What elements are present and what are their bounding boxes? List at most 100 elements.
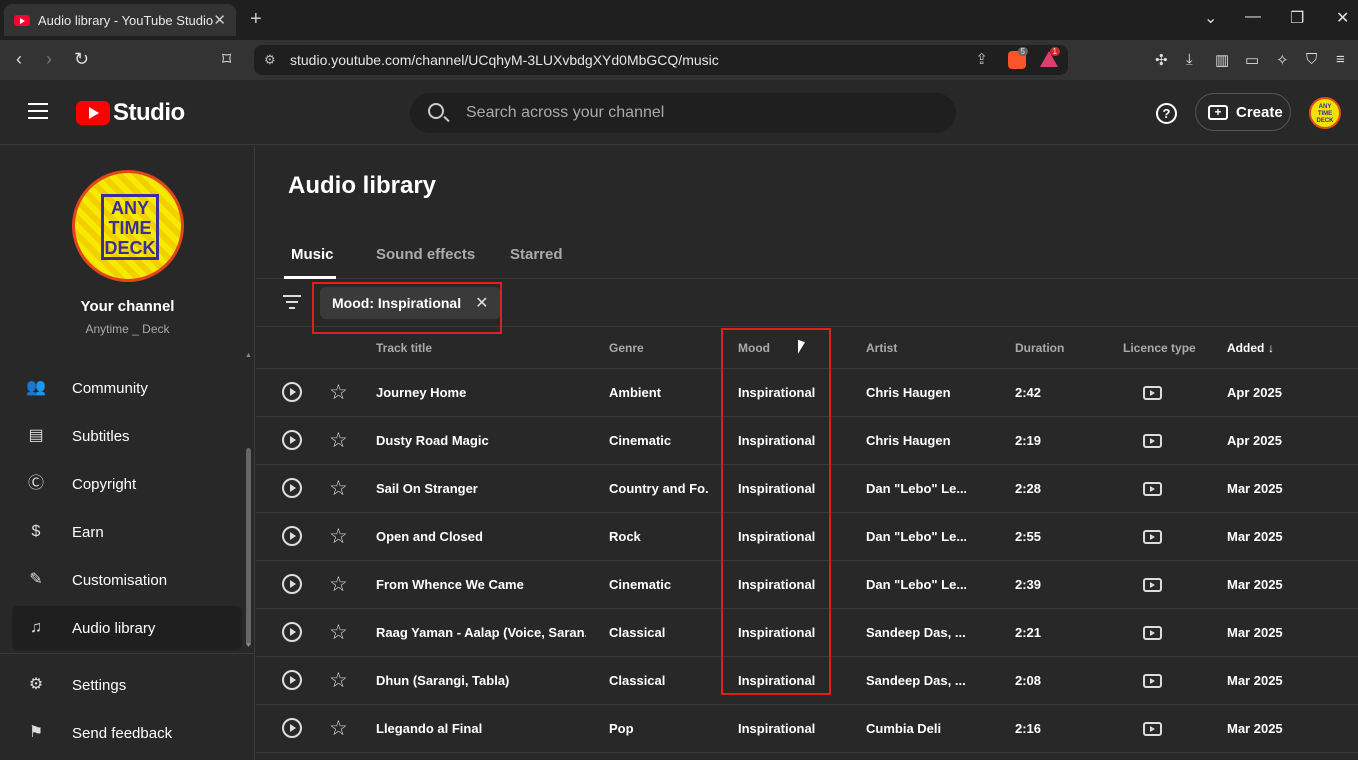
sidebar-item-earn[interactable]: $ Earn: [12, 510, 242, 554]
sidebar-item-customisation[interactable]: ✎ Customisation: [12, 558, 242, 602]
play-icon[interactable]: [282, 526, 302, 546]
url-field[interactable]: ⚙ studio.youtube.com/channel/UCqhyM-3LUX…: [254, 45, 1068, 75]
studio-header: Studio Search across your channel ? + Cr…: [0, 80, 1358, 145]
reload-icon[interactable]: ↻: [74, 49, 89, 70]
channel-avatar[interactable]: ANY TIME DECK: [72, 170, 184, 282]
filter-icon[interactable]: [283, 295, 301, 313]
sidebar-scroll-up-icon[interactable]: ▲: [245, 352, 252, 359]
licence-type-icon: [1143, 722, 1162, 736]
play-icon[interactable]: [282, 478, 302, 498]
new-tab-icon[interactable]: +: [250, 8, 262, 31]
tab-music[interactable]: Music: [291, 246, 334, 263]
copyright-icon: Ⓒ: [27, 475, 44, 492]
leo-ai-icon[interactable]: ✧: [1276, 51, 1289, 69]
forward-icon[interactable]: ›: [46, 49, 52, 70]
tab-search-chevron-icon[interactable]: ⌄: [1204, 8, 1217, 28]
hamburger-menu-icon[interactable]: [28, 103, 48, 119]
browser-tab[interactable]: Audio library - YouTube Studio ✕: [4, 4, 236, 36]
search-icon: [428, 103, 444, 119]
star-icon[interactable]: ☆: [329, 476, 348, 501]
channel-avatar-logo: ANY TIME DECK: [101, 194, 159, 260]
sidebar-item-community[interactable]: 👥 Community: [12, 366, 242, 410]
column-artist[interactable]: Artist: [866, 341, 897, 355]
table-row[interactable]: ☆ Llegando al Final Pop Inspirational Cumbia…: [256, 705, 1358, 753]
sidebar-item-audio-library[interactable]: ♫ Audio library: [12, 606, 242, 650]
star-icon[interactable]: ☆: [329, 620, 348, 645]
added-cell: Mar 2025: [1227, 529, 1283, 544]
sidebar-item-send-feedback[interactable]: ⚑ Send feedback: [12, 711, 242, 755]
licence-type-icon: [1143, 578, 1162, 592]
artist-cell: Dan "Lebo" Le...: [866, 529, 966, 544]
subtitles-icon: ▤: [28, 427, 44, 444]
bookmark-icon[interactable]: ⌑: [222, 49, 231, 70]
window-close-icon[interactable]: ✕: [1336, 8, 1349, 28]
sidebar-toggle-icon[interactable]: ▥: [1215, 51, 1229, 69]
track-title-cell: Journey Home: [376, 385, 467, 400]
column-licence-type[interactable]: Licence type: [1123, 341, 1196, 355]
channel-search-input[interactable]: Search across your channel: [410, 93, 956, 133]
address-toolbar: ‹ › ↻ ⌑ ⚙ studio.youtube.com/channel/UCq…: [0, 40, 1358, 80]
play-icon[interactable]: [282, 430, 302, 450]
play-icon[interactable]: [282, 382, 302, 402]
star-icon[interactable]: ☆: [329, 668, 348, 693]
play-icon[interactable]: [282, 574, 302, 594]
sidebar-scrollbar[interactable]: [246, 448, 251, 646]
licence-type-icon: [1143, 434, 1162, 448]
feedback-icon: ⚑: [28, 724, 44, 741]
wallet-icon[interactable]: ▭: [1245, 51, 1259, 69]
duration-cell: 2:42: [1015, 385, 1042, 400]
duration-cell: 2:28: [1015, 481, 1042, 496]
star-icon[interactable]: ☆: [329, 572, 348, 597]
create-button[interactable]: + Create: [1195, 93, 1291, 131]
track-title-cell: Open and Closed: [376, 529, 483, 544]
duration-cell: 2:19: [1015, 433, 1042, 448]
sidebar: ANY TIME DECK Your channel Anytime _ Dec…: [0, 146, 255, 760]
artist-cell: Sandeep Das, ...: [866, 673, 966, 688]
star-icon[interactable]: ☆: [329, 428, 348, 453]
minimize-icon[interactable]: —: [1245, 8, 1261, 26]
extensions-icon[interactable]: ✣: [1155, 51, 1168, 69]
genre-cell: Pop: [609, 721, 634, 736]
browser-menu-icon[interactable]: ≡: [1336, 51, 1345, 68]
downloads-icon[interactable]: ⤓: [1186, 51, 1193, 68]
added-cell: Mar 2025: [1227, 625, 1283, 640]
account-avatar[interactable]: ANY TIME DECK: [1309, 97, 1341, 129]
site-info-icon[interactable]: ⚙: [264, 52, 276, 68]
sidebar-item-copyright[interactable]: Ⓒ Copyright: [12, 462, 242, 506]
filter-bar: Mood: Inspirational ✕: [256, 279, 1358, 334]
sidebar-item-subtitles[interactable]: ▤ Subtitles: [12, 414, 242, 458]
column-genre[interactable]: Genre: [609, 341, 644, 355]
back-icon[interactable]: ‹: [16, 49, 22, 70]
tab-starred[interactable]: Starred: [510, 246, 563, 263]
tab-sound-effects[interactable]: Sound effects: [376, 246, 475, 263]
customisation-icon: ✎: [29, 571, 43, 588]
column-track-title[interactable]: Track title: [376, 341, 432, 355]
star-icon[interactable]: ☆: [329, 380, 348, 405]
licence-type-icon: [1143, 386, 1162, 400]
star-icon[interactable]: ☆: [329, 524, 348, 549]
close-tab-icon[interactable]: ✕: [213, 11, 226, 29]
licence-type-icon: [1143, 626, 1162, 640]
vpn-icon[interactable]: ⛉: [1306, 51, 1317, 68]
share-icon[interactable]: ⇪: [975, 50, 988, 68]
genre-cell: Rock: [609, 529, 641, 544]
youtube-studio-logo[interactable]: Studio: [76, 99, 185, 127]
play-icon[interactable]: [282, 718, 302, 738]
sidebar-scroll-down-icon[interactable]: ▼: [245, 642, 252, 649]
track-title-cell: Sail On Stranger: [376, 481, 478, 496]
community-icon: 👥: [26, 379, 46, 396]
play-icon[interactable]: [282, 622, 302, 642]
page-title: Audio library: [288, 172, 437, 199]
column-duration[interactable]: Duration: [1015, 341, 1064, 355]
help-icon[interactable]: ?: [1156, 103, 1177, 124]
restore-icon[interactable]: ❐: [1290, 8, 1304, 28]
play-icon[interactable]: [282, 670, 302, 690]
added-cell: Mar 2025: [1227, 481, 1283, 496]
sidebar-item-settings[interactable]: ⚙ Settings: [12, 663, 242, 707]
star-icon[interactable]: ☆: [329, 716, 348, 741]
sort-descending-icon[interactable]: ↓: [1268, 341, 1274, 355]
column-added[interactable]: Added: [1227, 341, 1264, 355]
duration-cell: 2:16: [1015, 721, 1042, 736]
track-title-cell: Llegando al Final: [376, 721, 483, 736]
brave-shields-badge: 5: [1017, 47, 1028, 56]
